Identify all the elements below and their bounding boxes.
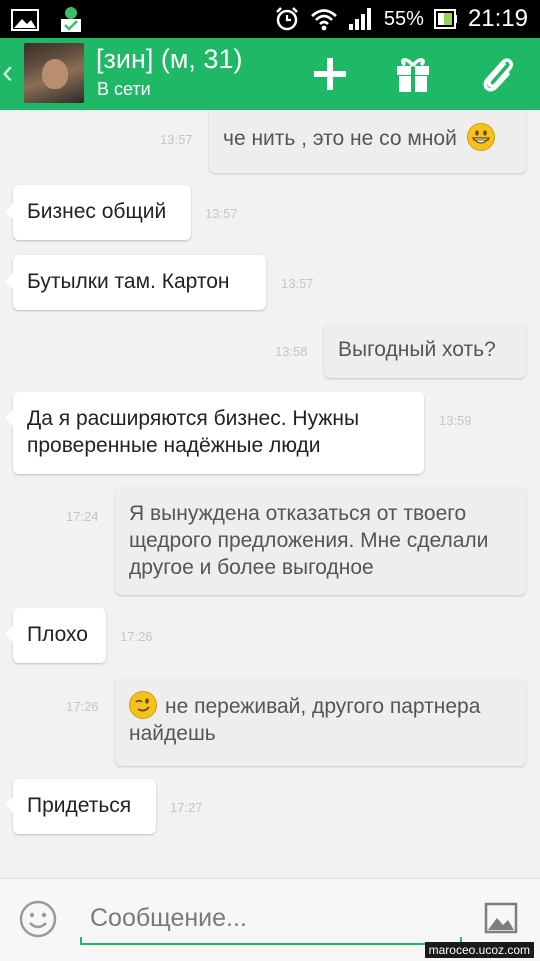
compose-bar: maroceo.ucoz.com bbox=[0, 878, 540, 961]
paperclip-icon bbox=[483, 58, 514, 92]
incoming-message[interactable]: Да я расширяются бизнес. Нужны проверенн… bbox=[5, 392, 424, 474]
outgoing-message[interactable]: че нить , это не со мной bbox=[209, 110, 526, 173]
message-text: Придеться bbox=[27, 794, 132, 817]
message-text: Бизнес общий bbox=[27, 200, 167, 223]
outgoing-message[interactable]: Выгодный хоть? bbox=[324, 323, 526, 378]
message-text: Выгодный хоть? bbox=[338, 338, 496, 361]
outgoing-message[interactable]: не переживай, другого партнера найдешь bbox=[115, 678, 526, 766]
grinning-emoji-icon bbox=[466, 123, 495, 151]
message-time: 13:58 bbox=[275, 344, 308, 359]
avatar[interactable] bbox=[24, 43, 84, 103]
contact-status: В сети bbox=[97, 79, 151, 99]
battery-icon bbox=[433, 9, 457, 29]
signal-icon bbox=[348, 8, 371, 30]
plus-icon bbox=[314, 58, 346, 90]
message-time: 17:27 bbox=[170, 800, 203, 815]
winking-emoji-icon bbox=[129, 691, 157, 719]
message-time: 17:26 bbox=[120, 629, 153, 644]
message-text: Бутылки там. Картон bbox=[27, 270, 230, 293]
add-button[interactable] bbox=[308, 52, 352, 96]
message-time: 17:26 bbox=[66, 699, 99, 714]
incoming-message[interactable]: Плохо bbox=[5, 608, 106, 663]
message-text: Я вынуждена отказаться от твоего щедрого… bbox=[129, 502, 489, 579]
message-time: 17:24 bbox=[66, 509, 99, 524]
incoming-message[interactable]: Бизнес общий bbox=[5, 185, 191, 240]
emoji-button[interactable] bbox=[18, 899, 58, 939]
watermark: maroceo.ucoz.com bbox=[424, 942, 534, 958]
incoming-message[interactable]: Придеться bbox=[5, 779, 156, 834]
clock: 21:19 bbox=[467, 5, 528, 32]
gift-icon bbox=[397, 58, 429, 92]
message-time: 13:57 bbox=[160, 132, 193, 147]
alarm-icon bbox=[276, 7, 298, 31]
outgoing-message[interactable]: Я вынуждена отказаться от твоего щедрого… bbox=[115, 487, 526, 595]
image-icon bbox=[484, 902, 518, 934]
input-underline bbox=[80, 937, 462, 945]
app-notification-icon bbox=[61, 7, 81, 32]
message-list[interactable]: 13:57 че нить , это не со мной Бизнес об… bbox=[0, 110, 540, 878]
message-time: 13:57 bbox=[281, 276, 314, 291]
message-input[interactable] bbox=[82, 897, 478, 939]
gallery-notification-icon bbox=[11, 9, 39, 31]
gift-button[interactable] bbox=[391, 52, 435, 96]
chevron-left-icon[interactable]: ‹ bbox=[2, 52, 13, 92]
incoming-message[interactable]: Бутылки там. Картон bbox=[5, 255, 266, 310]
smiley-icon bbox=[19, 900, 57, 938]
message-time: 13:57 bbox=[205, 206, 238, 221]
message-text: Да я расширяются бизнес. Нужны проверенн… bbox=[27, 407, 360, 457]
wifi-icon bbox=[311, 9, 337, 31]
contact-name[interactable]: [зин] (м, 31) bbox=[96, 44, 242, 75]
message-time: 13:59 bbox=[439, 413, 472, 428]
message-text: не переживай, другого партнера найдешь bbox=[129, 695, 481, 745]
attach-button[interactable] bbox=[476, 52, 520, 96]
attach-image-button[interactable] bbox=[484, 901, 518, 935]
status-bar: 55% 21:19 bbox=[0, 0, 540, 38]
message-text: Плохо bbox=[27, 623, 88, 646]
chat-header: ‹ [зин] (м, 31) В сети bbox=[0, 38, 540, 110]
message-text: че нить , это не со мной bbox=[223, 127, 457, 150]
battery-percent: 55% bbox=[383, 7, 424, 30]
